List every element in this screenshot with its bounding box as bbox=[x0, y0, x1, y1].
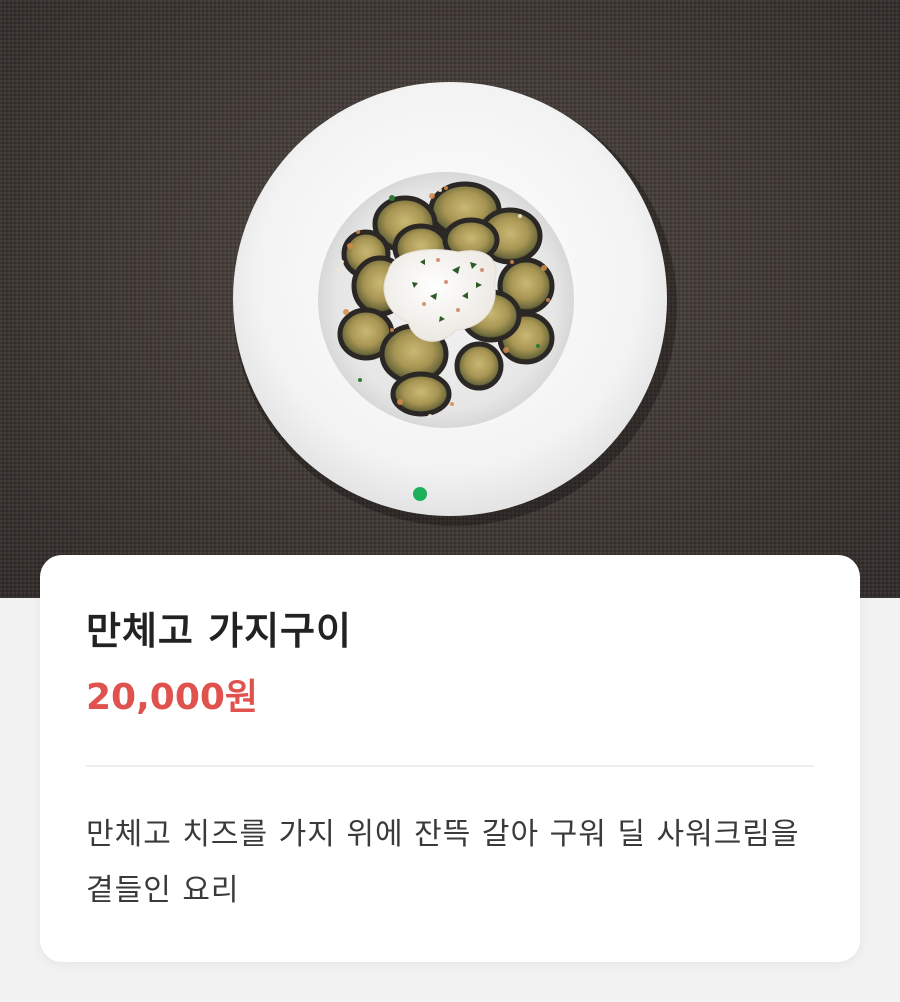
divider bbox=[86, 765, 814, 767]
product-info-card: 만체고 가지구이 20,000원 만체고 치즈를 가지 위에 잔뜩 갈아 구워 … bbox=[40, 555, 860, 962]
dot-indicator-icon[interactable] bbox=[413, 487, 427, 501]
product-image[interactable] bbox=[0, 0, 900, 598]
product-name: 만체고 가지구이 bbox=[86, 609, 352, 653]
product-price: 20,000원 bbox=[86, 677, 259, 718]
product-description: 만체고 치즈를 가지 위에 잔뜩 갈아 구워 딜 사워크림을 곁들인 요리 bbox=[86, 817, 800, 908]
plate-illustration bbox=[233, 82, 677, 526]
